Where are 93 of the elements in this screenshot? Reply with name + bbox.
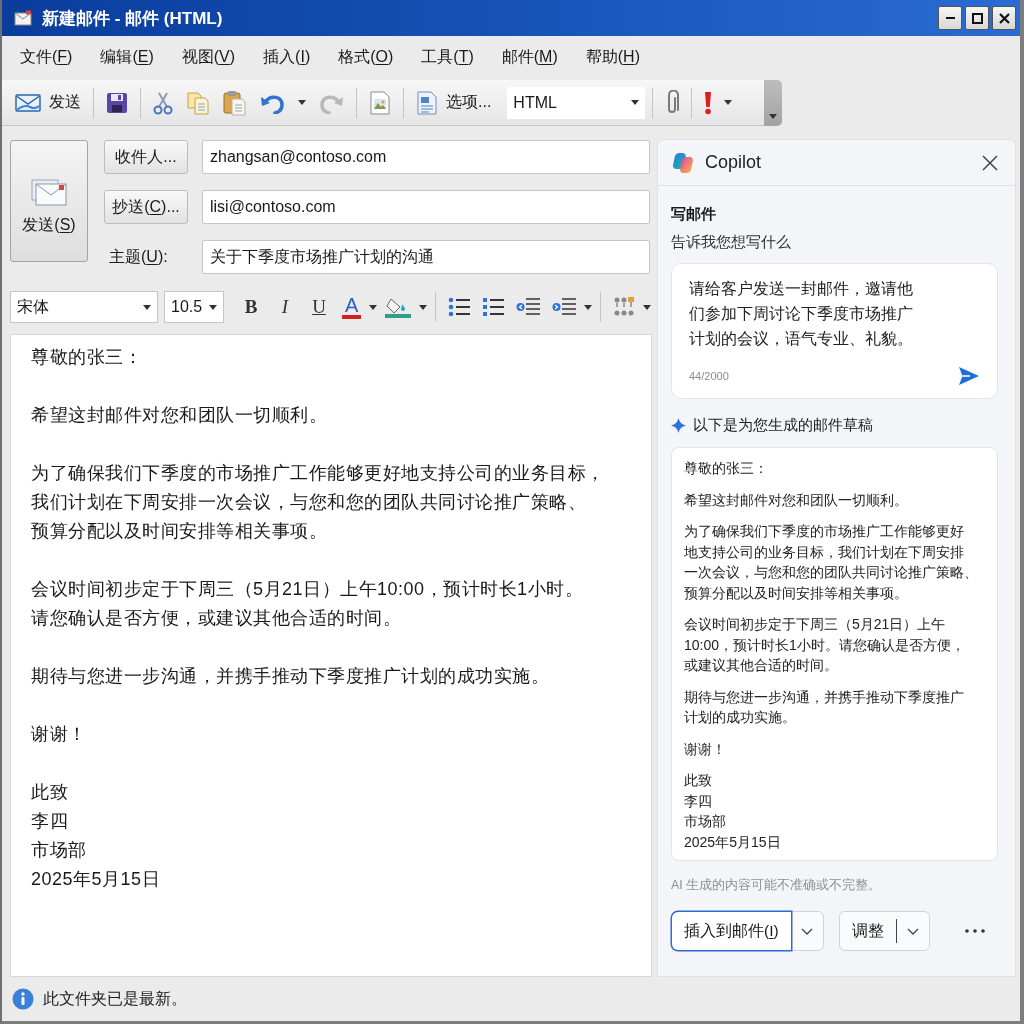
caret-icon <box>631 100 640 105</box>
font-dropdown[interactable]: 宋体 <box>10 291 158 323</box>
close-icon <box>998 12 1010 24</box>
close-button[interactable] <box>992 6 1016 30</box>
sparkle-icon <box>671 417 686 433</box>
field-label: 主题(U): <box>108 246 169 267</box>
font-size-dropdown[interactable]: 10.5 <box>164 291 224 323</box>
clipboard-icon <box>223 89 247 116</box>
status-text: 此文件夹已是最新。 <box>43 988 187 1009</box>
prompt-input[interactable]: 请给客户发送一封邮件，邀请他们参加下周讨论下季度市场推广计划的会议，语气专业、礼貌。 <box>689 276 920 351</box>
indent-icon <box>552 297 577 317</box>
italic-button[interactable]: I <box>270 291 300 323</box>
caret-icon <box>769 114 777 119</box>
menu-item[interactable]: 插入(I) <box>257 42 317 72</box>
menu-item[interactable]: 邮件(M) <box>495 42 564 72</box>
caret-icon <box>298 100 306 105</box>
menu-item[interactable]: 编辑(E) <box>94 42 160 72</box>
action-button[interactable]: 插入到邮件(I) <box>672 912 791 950</box>
caret-icon <box>724 100 733 105</box>
panel-title: Copilot <box>705 152 763 173</box>
section-heading: 写邮件 <box>671 204 717 224</box>
menu-item[interactable]: 文件(F) <box>14 42 79 72</box>
mail-icon <box>14 10 32 26</box>
draft-paragraph: 尊敬的张三： <box>684 459 769 478</box>
draft-paragraph: 会议时间初步定于下周三（5月21日）上午 10:00，预计时长1小时。请您确认是否方便， 或建议其他合适的时间。 <box>684 615 966 675</box>
send-prompt-button[interactable] <box>958 366 980 386</box>
caret-icon[interactable] <box>369 304 378 310</box>
minimize-button[interactable] <box>938 6 962 30</box>
caret-icon <box>209 304 217 310</box>
address-field[interactable]: lisi@contoso.com <box>202 190 650 224</box>
draft-paragraph: 期待与您进一步沟通，并携手推动下季度推广 计划的成功实施。 <box>684 687 965 727</box>
chevron-down-icon <box>800 927 813 935</box>
menu-item[interactable]: 格式(O) <box>332 42 400 72</box>
more-icon <box>965 929 986 933</box>
disclaimer-text: AI 生成的内容可能不准确或不完整。 <box>671 877 883 894</box>
body-paragraph: 尊敬的张三： <box>31 346 142 369</box>
save-icon <box>106 91 128 114</box>
envelope-icon <box>31 176 67 207</box>
caret-icon[interactable] <box>584 304 593 310</box>
pushpins-icon <box>613 296 636 318</box>
character-counter: 44/2000 <box>689 370 729 382</box>
outdent-icon <box>516 297 541 317</box>
envelope-icon <box>15 92 41 113</box>
caret-icon <box>143 304 151 310</box>
font-color-button[interactable]: A <box>338 291 366 323</box>
send-button[interactable]: 发送(S) <box>10 140 88 262</box>
paperclip-icon <box>665 89 680 116</box>
exclamation-icon <box>704 90 713 115</box>
subject-field[interactable]: 关于下季度市场推广计划的沟通 <box>202 240 650 274</box>
options-button[interactable]: 选项... <box>411 85 497 120</box>
body-paragraph: 希望这封邮件对您和团队一切顺利。 <box>31 404 327 427</box>
menu-item[interactable]: 视图(V) <box>175 42 242 72</box>
body-paragraph: 期待与您进一步沟通，并携手推动下季度推广计划的成功实施。 <box>31 665 549 688</box>
maximize-icon <box>971 12 983 24</box>
menu-item[interactable]: 工具(T) <box>415 42 480 72</box>
draft-paragraph: 此致 李四 市场部 2025年5月15日 <box>684 771 782 852</box>
address-button[interactable]: 收件人... <box>104 140 188 174</box>
draft-paragraph: 希望这封邮件对您和团队一切顺利。 <box>684 490 909 510</box>
bulleted-list-icon <box>448 297 471 317</box>
copy-icon <box>186 90 210 115</box>
toolbar-overflow-button[interactable] <box>764 80 782 126</box>
underline-button[interactable]: U <box>304 291 334 323</box>
draft-label: 以下是为您生成的邮件草稿 <box>693 416 873 435</box>
info-icon <box>12 988 34 1010</box>
logo-icon <box>671 150 695 175</box>
caret-icon[interactable] <box>643 304 652 310</box>
body-paragraph: 此致 李四 市场部 2025年5月15日 <box>31 781 161 891</box>
format-dropdown[interactable]: HTML <box>507 86 646 119</box>
scissors-icon <box>153 90 173 115</box>
maximize-button[interactable] <box>965 6 989 30</box>
prompt-label: 告诉我您想写什么 <box>671 232 792 252</box>
numbered-list-icon <box>482 297 505 317</box>
draft-paragraph: 为了确保我们下季度的市场推广工作能够更好 地支持公司的业务目标，我们计划在下周安排 一次会议，与您和您的团队共同讨论推广策略、 预算分配以及时间安排等相关事项。 <box>684 522 979 603</box>
send-icon <box>958 366 980 386</box>
window-title: 新建邮件 - 邮件 (HTML) <box>42 7 224 30</box>
draft-paragraph: 谢谢！ <box>684 739 727 759</box>
address-field[interactable]: zhangsan@contoso.com <box>202 140 650 174</box>
body-paragraph: 会议时间初步定于下周三（5月21日）上午10:00，预计时长1小时。 请您确认是否方便，或建议其他合适的时间。 <box>31 578 584 630</box>
action-button[interactable]: 调整 <box>839 912 896 950</box>
body-paragraph: 谢谢！ <box>31 723 87 746</box>
minimize-icon <box>945 17 955 19</box>
picture-icon <box>369 90 391 115</box>
chevron-down-icon <box>907 927 920 935</box>
body-paragraph: 为了确保我们下季度的市场推广工作能够更好地支持公司的业务目标， 我们计划在下周安排一次会议，与您和您的团队共同讨论推广策略、 预算分配以及时间安排等相关事项。 <box>31 462 605 543</box>
bold-button[interactable]: B <box>236 291 266 323</box>
caret-icon[interactable] <box>419 304 428 310</box>
menu-item[interactable]: 帮助(H) <box>579 42 646 72</box>
document-icon <box>416 90 438 115</box>
address-button[interactable]: 抄送(C)... <box>104 190 188 224</box>
close-icon <box>982 154 998 171</box>
send-button[interactable]: 发送 <box>10 85 86 120</box>
message-editor[interactable] <box>10 334 652 977</box>
paint-bucket-icon <box>385 296 412 318</box>
